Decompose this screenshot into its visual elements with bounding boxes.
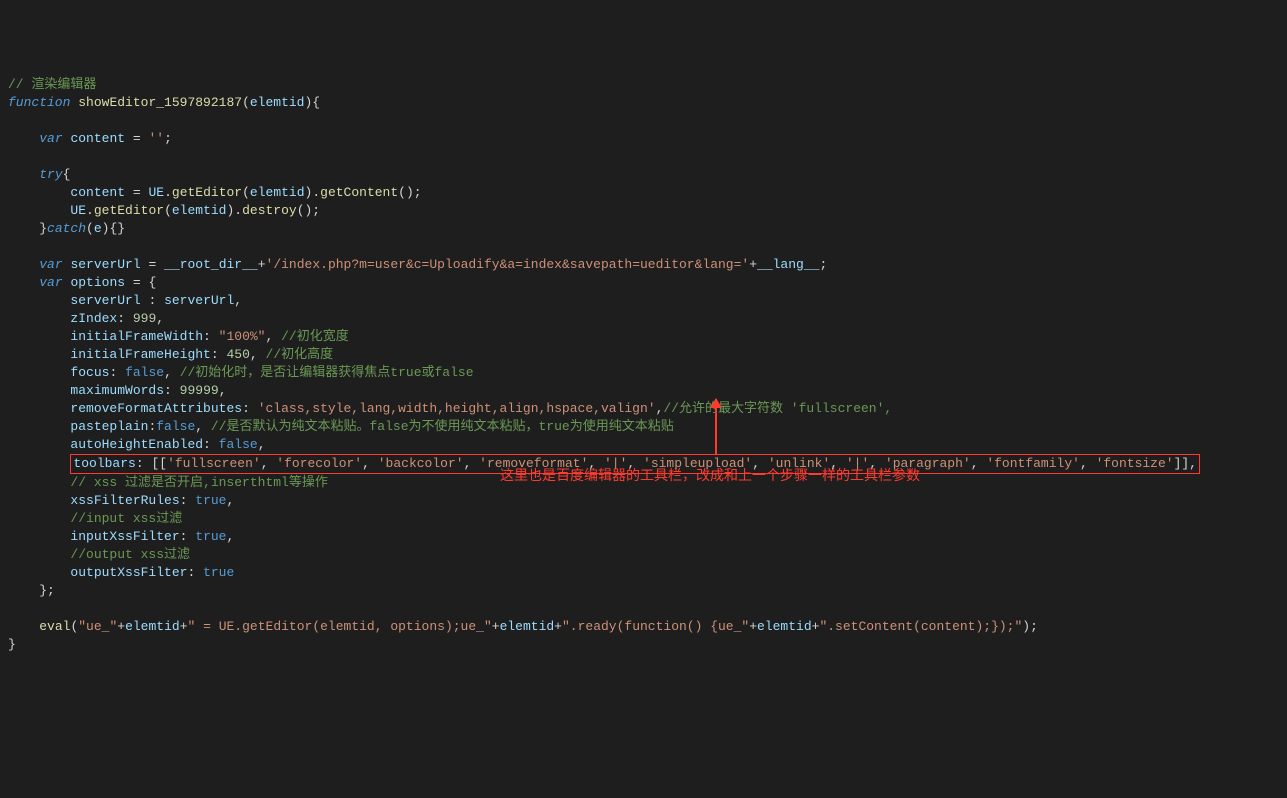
paren: ){ [304,95,320,110]
kw-catch: catch [47,221,86,236]
tb-fullscreen: 'fullscreen' [167,456,261,471]
key-outputXssFilter: outputXssFilter [70,565,187,580]
tb-fontsize: 'fontsize' [1096,456,1174,471]
paren: ( [242,95,250,110]
var-serverUrl: serverUrl [70,257,140,272]
str-setContent: ".setContent(content);});" [819,619,1022,634]
num-999: 999 [133,311,156,326]
false: false [125,365,164,380]
function-name: showEditor_1597892187 [78,95,242,110]
comment: //output xss过滤 [70,547,190,562]
key-removeFormatAttributes: removeFormatAttributes [70,401,242,416]
method-getContent: getContent [320,185,398,200]
annotation-text: 这里也是百度编辑器的工具栏，改成和上一个步骤一样的工具栏参数 [500,466,920,484]
tb-backcolor: 'backcolor' [378,456,464,471]
elemtid: elemtid [500,619,555,634]
false: false [219,437,258,452]
tb-forecolor: 'forecolor' [276,456,362,471]
key-inputXssFilter: inputXssFilter [70,529,179,544]
comment: //input xss过滤 [70,511,182,526]
key-pasteplain: pasteplain [70,419,148,434]
comment-line: // 渲染编辑器 [8,77,96,92]
param: elemtid [250,95,305,110]
code-editor[interactable]: // 渲染编辑器 function showEditor_1597892187(… [8,76,1279,654]
kw-var: var [39,275,62,290]
str-ready: ".ready(function() {ue_" [562,619,749,634]
method-destroy: destroy [242,203,297,218]
kw-function: function [8,95,70,110]
method-getEditor: getEditor [172,185,242,200]
catch-e: e [94,221,102,236]
true: true [203,565,234,580]
key-focus: focus [70,365,109,380]
true: true [195,529,226,544]
str-getEditor: " = UE.getEditor(elemtid, options);ue_" [188,619,492,634]
key-zIndex: zIndex [70,311,117,326]
key-initialFrameHeight: initialFrameHeight [70,347,210,362]
num-450: 450 [226,347,249,362]
var-content: content [70,185,125,200]
comment: //允许的最大字符数 'fullscreen', [663,401,892,416]
str-ue: "ue_" [78,619,117,634]
key-autoHeightEnabled: autoHeightEnabled [70,437,203,452]
comment: //初化宽度 [281,329,349,344]
rootdir: __root_dir__ [164,257,258,272]
kw-var: var [39,131,62,146]
key-maximumWords: maximumWords [70,383,164,398]
false: false [156,419,195,434]
key-xssFilterRules: xssFilterRules [70,493,179,508]
arg-elemtid: elemtid [250,185,305,200]
num-99999: 99999 [180,383,219,398]
method-getEditor: getEditor [94,203,164,218]
comment: //初始化时，是否让编辑器获得焦点true或false [180,365,474,380]
lang-var: __lang__ [757,257,819,272]
var-content: content [70,131,125,146]
arg-elemtid: elemtid [172,203,227,218]
val-serverUrl: serverUrl [164,293,234,308]
true: true [195,493,226,508]
comment: // xss 过滤是否开启,inserthtml等操作 [70,475,327,490]
comment: //是否默认为纯文本粘贴。false为不使用纯文本粘贴，true为使用纯文本粘贴 [211,419,674,434]
key-serverUrl: serverUrl [70,293,140,308]
tb-fontfamily: 'fontfamily' [986,456,1080,471]
url-string: '/index.php?m=user&c=Uploadify&a=index&s… [266,257,750,272]
annotation-arrow [715,399,717,454]
eval-call: eval [39,619,70,634]
elemtid: elemtid [125,619,180,634]
empty-string: '' [148,131,164,146]
key-toolbars: toolbars [73,456,135,471]
str-attrs: 'class,style,lang,width,height,align,hsp… [258,401,656,416]
kw-var: var [39,257,62,272]
kw-try: try [39,167,62,182]
key-initialFrameWidth: initialFrameWidth [70,329,203,344]
ue-obj: UE [148,185,164,200]
elemtid: elemtid [757,619,812,634]
str-100: "100%" [219,329,266,344]
var-options: options [70,275,125,290]
ue-obj: UE [70,203,86,218]
comment: //初化高度 [266,347,334,362]
